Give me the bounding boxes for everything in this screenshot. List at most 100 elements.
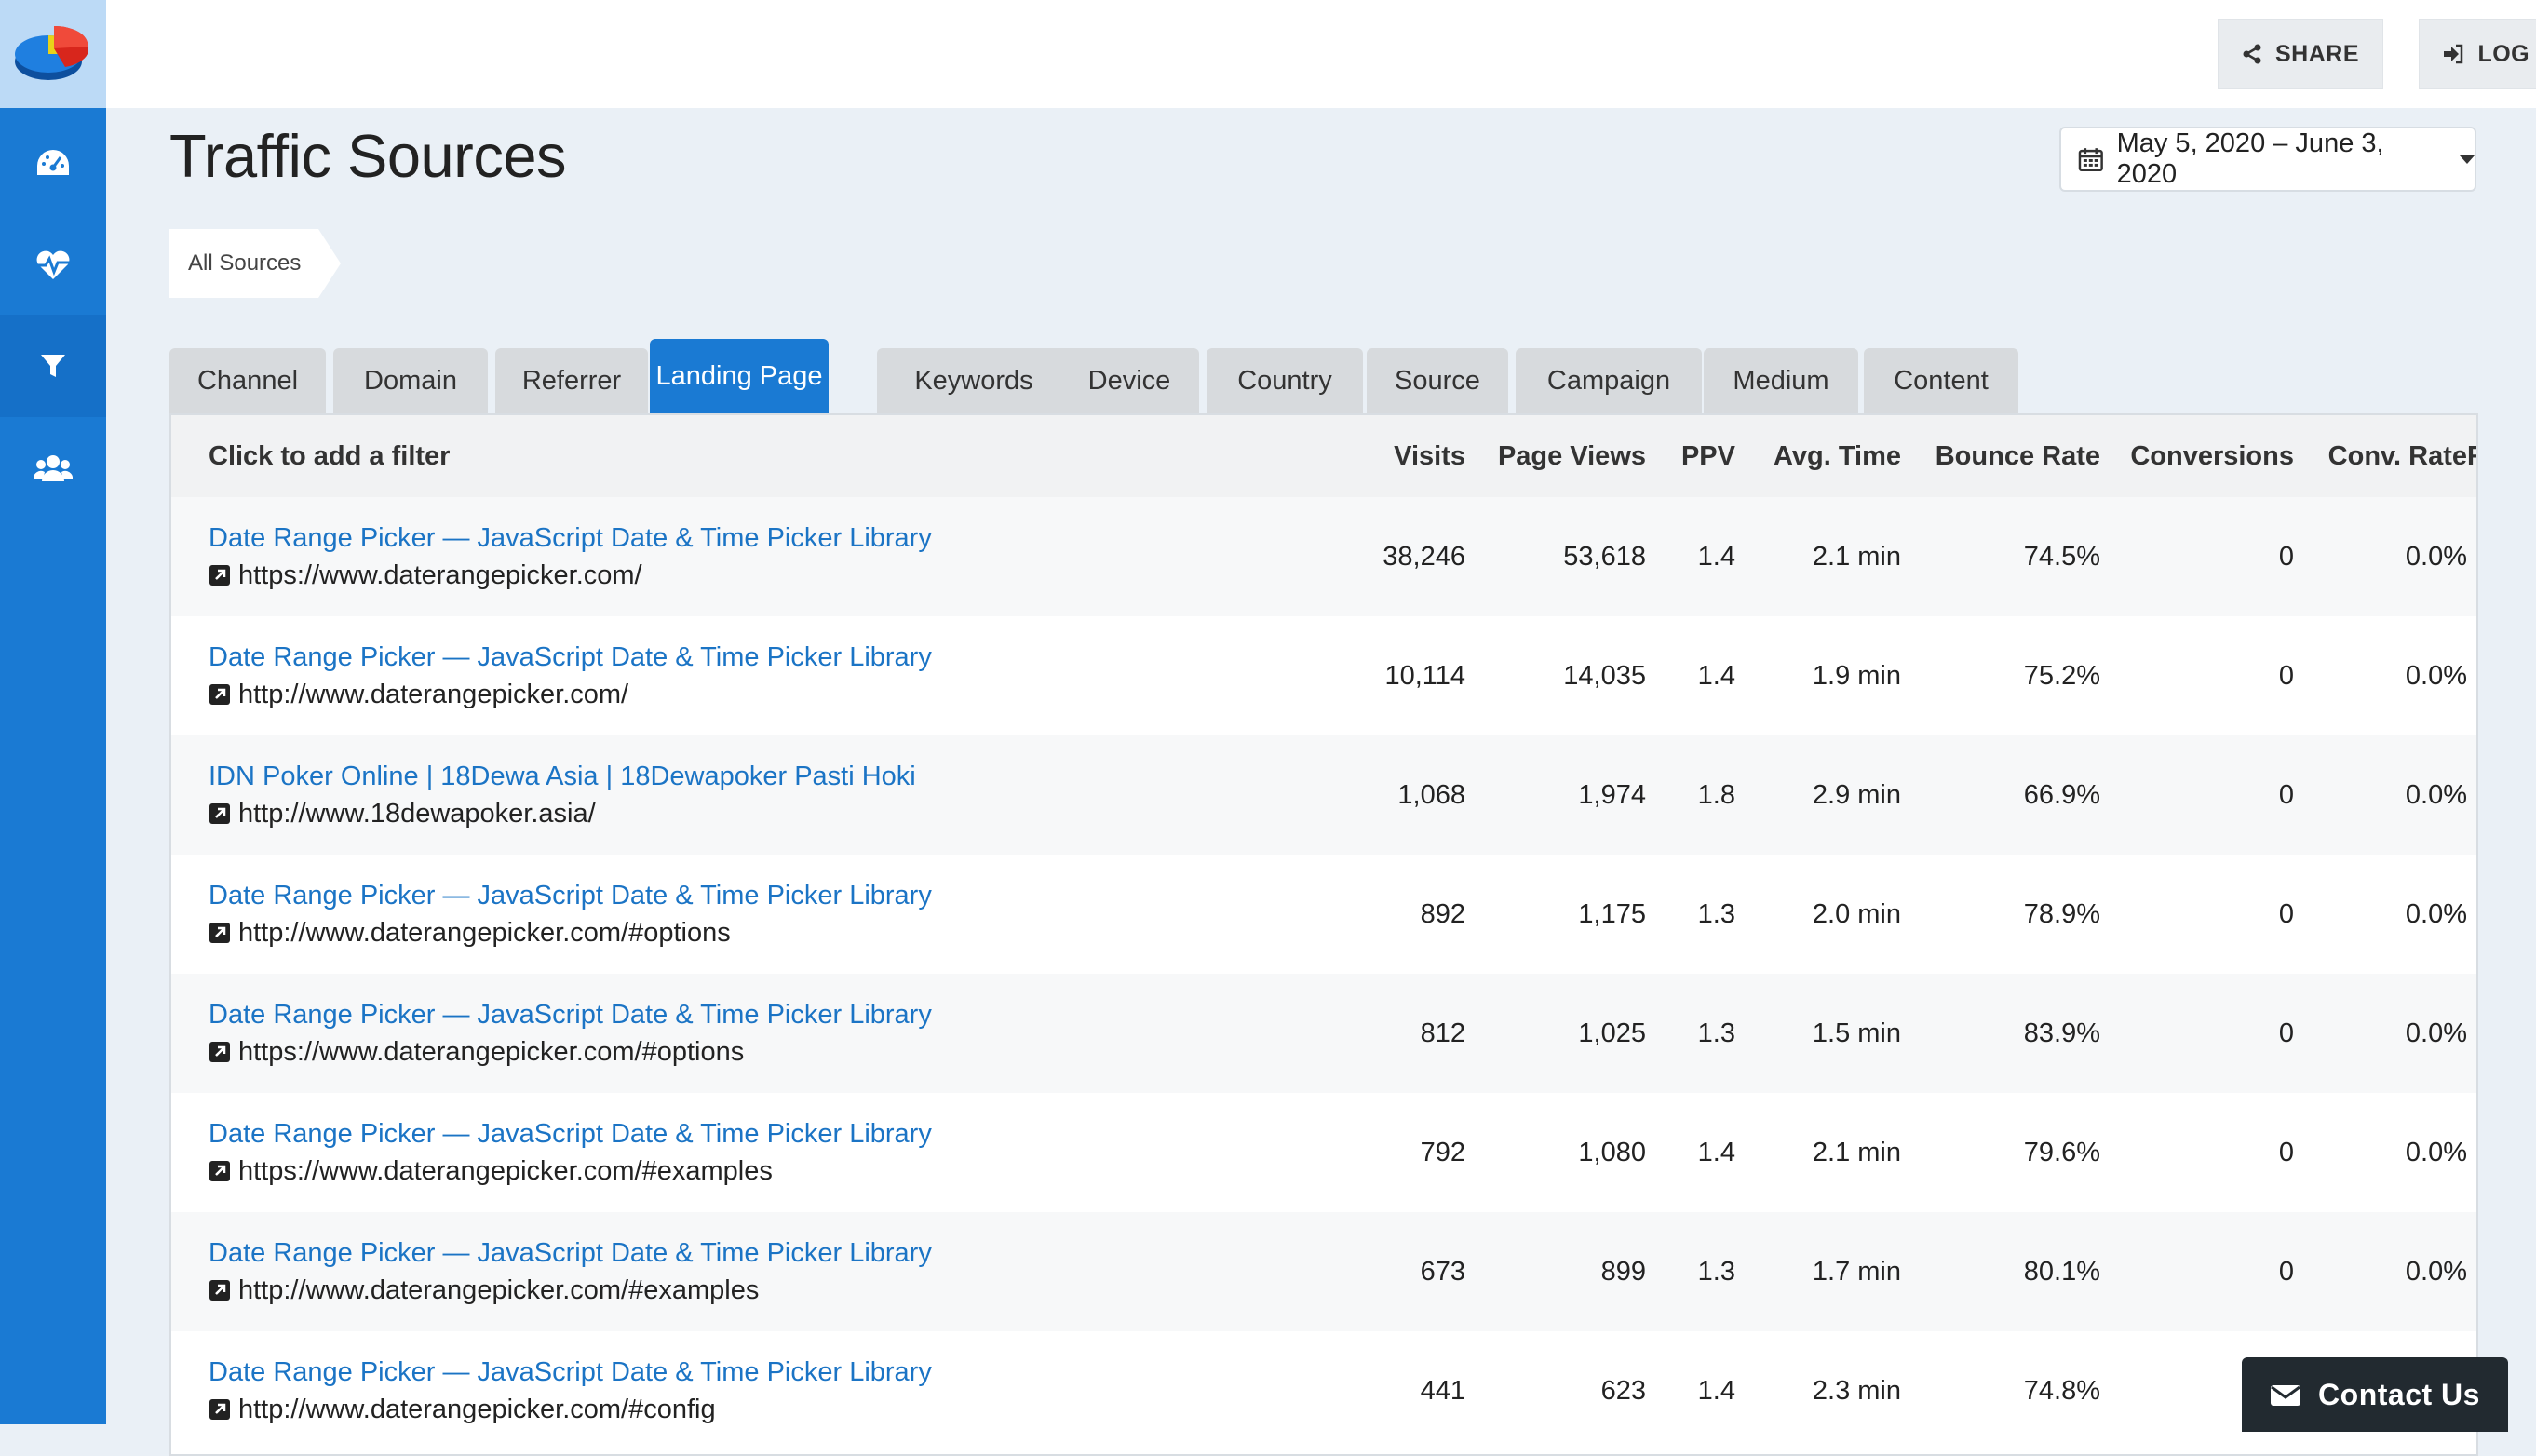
tab-channel[interactable]: Channel [169, 348, 326, 413]
external-link-icon[interactable] [209, 1398, 231, 1421]
landing-page-url: http://www.daterangepicker.com/#config [209, 1391, 1298, 1428]
cell-page-views: 1,175 [1578, 898, 1646, 929]
column-header-conversions[interactable]: Conversions [2100, 415, 2294, 497]
cell-conversions: 0 [2278, 1018, 2294, 1048]
sidebar-item-visitors[interactable] [0, 417, 106, 519]
landing-page-cell: Date Range Picker — JavaScript Date & Ti… [171, 1093, 1298, 1212]
landing-page-title-link[interactable]: Date Range Picker — JavaScript Date & Ti… [209, 996, 1298, 1033]
tab-domain[interactable]: Domain [333, 348, 488, 413]
landing-page-url: https://www.daterangepicker.com/#example… [209, 1153, 1298, 1190]
landing-page-title-link[interactable]: Date Range Picker — JavaScript Date & Ti… [209, 519, 1298, 557]
cell-conversions: 0 [2278, 1137, 2294, 1167]
cell-bounce-rate: 75.2% [2023, 660, 2100, 691]
contact-us-button[interactable]: Contact Us [2242, 1357, 2508, 1432]
table-row[interactable]: Date Range Picker — JavaScript Date & Ti… [171, 1331, 2476, 1450]
column-header-visits[interactable]: Visits [1298, 415, 1465, 497]
landing-page-url-text[interactable]: http://www.daterangepicker.com/#config [238, 1391, 716, 1428]
landing-page-title-link[interactable]: Date Range Picker — JavaScript Date & Ti… [209, 1354, 1298, 1391]
landing-page-cell: Date Range Picker — JavaScript Date & Ti… [171, 974, 1298, 1093]
tab-source[interactable]: Source [1367, 348, 1508, 413]
table-row[interactable]: Date Range Picker — JavaScript Date & Ti… [171, 1093, 2476, 1212]
sidebar-item-dashboard[interactable] [0, 112, 106, 214]
external-link-icon[interactable] [209, 1160, 231, 1182]
cell-ppv: 1.4 [1697, 541, 1735, 572]
landing-page-url-text[interactable]: http://www.18dewapoker.asia/ [238, 795, 596, 832]
column-header-page-views[interactable]: Page Views [1465, 415, 1646, 497]
landing-page-title-link[interactable]: Date Range Picker — JavaScript Date & Ti… [209, 1234, 1298, 1272]
cell-conv-rate: 0.0% [2405, 1018, 2467, 1048]
contact-us-label: Contact Us [2318, 1377, 2480, 1411]
landing-page-title-link[interactable]: Date Range Picker — JavaScript Date & Ti… [209, 1115, 1298, 1153]
landing-page-title-link[interactable]: Date Range Picker — JavaScript Date & Ti… [209, 877, 1298, 914]
cell-conv-rate: 0.0% [2405, 1256, 2467, 1287]
cell-ppv: 1.4 [1697, 660, 1735, 691]
cell-ppv: 1.4 [1697, 1375, 1735, 1406]
pie-chart-logo-icon [15, 25, 88, 80]
landing-page-url: http://www.daterangepicker.com/ [209, 676, 1298, 713]
tab-keywords[interactable]: Keywords [877, 348, 1071, 413]
external-link-icon[interactable] [209, 802, 231, 825]
tab-landing-page[interactable]: Landing Page [650, 339, 829, 413]
column-header-avg-time[interactable]: Avg. Time [1735, 415, 1901, 497]
tab-campaign[interactable]: Campaign [1516, 348, 1702, 413]
cell-conversions: 0 [2278, 660, 2294, 691]
landing-page-cell: Date Range Picker — JavaScript Date & Ti… [171, 497, 1298, 616]
tab-medium[interactable]: Medium [1704, 348, 1858, 413]
table-row[interactable]: Date Range Picker — JavaScript Date & Ti… [171, 855, 2476, 974]
tab-country[interactable]: Country [1207, 348, 1363, 413]
external-link-icon[interactable] [209, 683, 231, 706]
table-row[interactable]: Date Range Picker — JavaScript Date & Ti… [171, 1212, 2476, 1331]
table-row[interactable]: Date Range Picker — JavaScript Date & Ti… [171, 497, 2476, 616]
column-header-bounce-rate[interactable]: Bounce Rate [1901, 415, 2100, 497]
landing-page-url: http://www.18dewapoker.asia/ [209, 795, 1298, 832]
cell-avg-time: 2.1 min [1812, 1137, 1901, 1167]
column-header-conv-rate[interactable]: Conv. Rate [2294, 415, 2467, 497]
landing-page-url-text[interactable]: https://www.daterangepicker.com/ [238, 557, 642, 594]
dashboard-icon [37, 150, 69, 175]
table-row[interactable]: IDN Poker Online | 18Dewa Asia | 18Dewap… [171, 735, 2476, 855]
cell-visits: 812 [1420, 1018, 1465, 1048]
sidebar-item-traffic-sources[interactable] [0, 315, 106, 417]
cell-bounce-rate: 66.9% [2023, 779, 2100, 810]
landing-page-url-text[interactable]: http://www.daterangepicker.com/#examples [238, 1272, 759, 1309]
cell-revenue: $0.00 [2467, 616, 2476, 735]
column-header-ppv[interactable]: PPV [1646, 415, 1735, 497]
cell-revenue: $0.00 [2467, 497, 2476, 616]
cell-revenue: $0.00 [2467, 1093, 2476, 1212]
cell-visits: 10,114 [1384, 660, 1465, 691]
logo[interactable] [0, 0, 106, 108]
external-link-icon[interactable] [209, 922, 231, 944]
breadcrumb-item-all-sources[interactable]: All Sources [169, 229, 341, 298]
external-link-icon[interactable] [209, 1041, 231, 1063]
tab-content[interactable]: Content [1864, 348, 2018, 413]
page-title: Traffic Sources [169, 122, 566, 190]
landing-page-url-text[interactable]: http://www.daterangepicker.com/ [238, 676, 628, 713]
table-row[interactable]: Date Range Picker — JavaScript Date & Ti… [171, 974, 2476, 1093]
sidebar [0, 0, 106, 1424]
users-icon [34, 455, 73, 481]
envelope-icon [2271, 1385, 2301, 1406]
landing-page-title-link[interactable]: IDN Poker Online | 18Dewa Asia | 18Dewap… [209, 758, 1298, 795]
landing-page-cell: Date Range Picker — JavaScript Date & Ti… [171, 1331, 1298, 1450]
sidebar-item-health[interactable] [0, 214, 106, 317]
landing-page-url-text[interactable]: https://www.daterangepicker.com/#example… [238, 1153, 773, 1190]
cell-ppv: 1.3 [1697, 1018, 1735, 1048]
landing-page-url: https://www.daterangepicker.com/ [209, 557, 1298, 594]
landing-page-cell: IDN Poker Online | 18Dewa Asia | 18Dewap… [171, 735, 1298, 855]
external-link-icon[interactable] [209, 564, 231, 586]
external-link-icon[interactable] [209, 1279, 231, 1301]
date-range-picker[interactable]: May 5, 2020 – June 3, 2020 [2059, 127, 2476, 192]
landing-page-url-text[interactable]: http://www.daterangepicker.com/#options [238, 914, 731, 951]
landing-page-title-link[interactable]: Date Range Picker — JavaScript Date & Ti… [209, 639, 1298, 676]
login-button[interactable]: LOG IN [2419, 19, 2536, 89]
column-header-filter[interactable]: Click to add a filter [171, 415, 1298, 497]
tab-device[interactable]: Device [1059, 348, 1199, 413]
column-header-revenue[interactable]: Revenue [2467, 415, 2476, 497]
login-label: LOG IN [2477, 40, 2536, 67]
cell-bounce-rate: 80.1% [2023, 1256, 2100, 1287]
table-row[interactable]: Date Range Picker — JavaScript Date & Ti… [171, 616, 2476, 735]
share-button[interactable]: SHARE [2218, 19, 2383, 89]
tab-referrer[interactable]: Referrer [495, 348, 648, 413]
cell-conv-rate: 0.0% [2405, 1137, 2467, 1167]
landing-page-url-text[interactable]: https://www.daterangepicker.com/#options [238, 1033, 744, 1071]
